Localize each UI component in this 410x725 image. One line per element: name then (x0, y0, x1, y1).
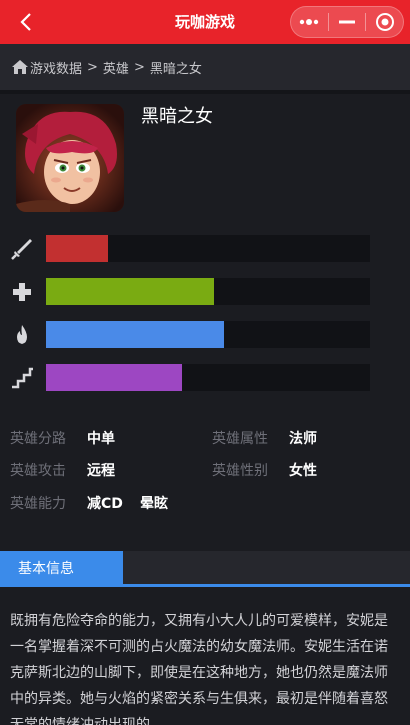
minus-icon (339, 20, 355, 24)
lane-label: 英雄分路 (10, 431, 66, 447)
ability-value: 减CD (87, 496, 123, 512)
stat-row-magic (0, 321, 410, 349)
stairs-icon (12, 367, 33, 389)
tab-basic-info[interactable]: 基本信息 (0, 551, 123, 584)
ability-value: 晕眩 (140, 496, 168, 512)
type-label: 英雄属性 (212, 431, 268, 447)
stat-fill-magic (46, 321, 225, 348)
lane-value: 中单 (87, 431, 115, 447)
section-divider (0, 90, 410, 94)
stat-track (46, 364, 370, 391)
back-button[interactable] (12, 8, 40, 36)
breadcrumb-item-game-data[interactable]: 游戏数据 (30, 58, 82, 77)
breadcrumb-item-current: 黑暗之女 (149, 61, 202, 77)
gender-label: 英雄性别 (212, 463, 268, 479)
minimize-button[interactable] (329, 7, 366, 37)
home-icon[interactable] (12, 60, 28, 74)
miniapp-capsule (290, 6, 404, 38)
flame-icon (17, 325, 27, 344)
stat-row-attack (0, 235, 410, 263)
attack-value: 远程 (87, 463, 115, 479)
gender-value: 女性 (289, 463, 317, 479)
breadcrumb-separator: > (133, 59, 145, 75)
stat-row-defense (0, 278, 410, 306)
tab-bar: 基本信息 (0, 551, 410, 587)
target-icon (375, 13, 394, 31)
top-bar: 玩咖游戏 (0, 0, 410, 44)
plus-icon (13, 283, 31, 301)
breadcrumb: 游戏数据 > 英雄 > 黑暗之女 (0, 44, 410, 90)
hero-description: 既拥有危险夺命的能力，又拥有小大人儿的可爱模样，安妮是一名掌握着深不可测的占火魔… (10, 613, 388, 725)
close-button[interactable] (366, 7, 403, 37)
breadcrumb-separator: > (87, 59, 98, 75)
more-button[interactable] (291, 7, 328, 37)
stat-track (46, 278, 370, 305)
hero-avatar (16, 104, 124, 212)
breadcrumb-item-heroes[interactable]: 英雄 (103, 58, 129, 77)
sword-icon (11, 239, 32, 260)
more-dots-icon (300, 19, 319, 25)
hero-name: 黑暗之女 (141, 106, 213, 127)
attack-label: 英雄攻击 (10, 463, 66, 479)
chevron-left-icon (20, 13, 31, 31)
stat-fill-difficulty (46, 364, 183, 391)
ability-label: 英雄能力 (10, 496, 66, 512)
stat-fill-attack (46, 235, 108, 262)
stat-row-difficulty (0, 364, 410, 392)
stat-track (46, 321, 370, 348)
type-value: 法师 (289, 431, 317, 447)
stat-fill-defense (46, 278, 215, 305)
stat-track (46, 235, 370, 262)
